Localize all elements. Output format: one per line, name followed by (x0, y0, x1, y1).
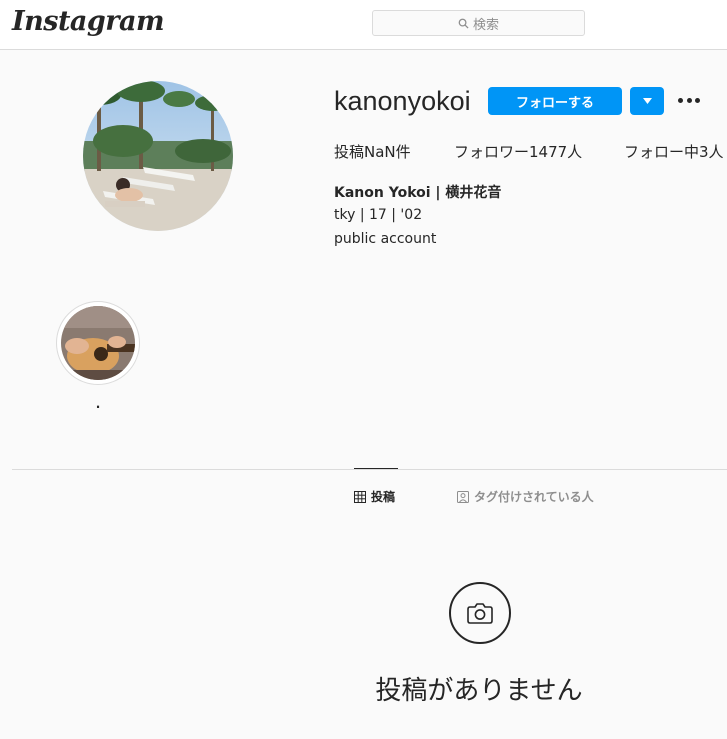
story-highlight[interactable] (56, 301, 140, 385)
active-tab-indicator (354, 468, 398, 469)
caret-down-icon (642, 98, 652, 104)
guitar-photo (61, 306, 135, 380)
avatar-photo (83, 81, 233, 231)
tabs-divider (12, 469, 727, 470)
instagram-logo[interactable]: Instagram (12, 6, 165, 37)
suggestions-dropdown-button[interactable] (630, 87, 664, 115)
follow-button[interactable]: フォローする (488, 87, 622, 115)
search-input[interactable]: 検索 (372, 10, 585, 36)
more-dot-icon (686, 97, 692, 103)
highlight-label: . (95, 397, 101, 411)
profile-full-name: Kanon Yokoi | 横井花音 (334, 185, 502, 201)
tab-posts-label: 投稿 (371, 490, 396, 504)
posts-count: 投稿NaN件 (334, 143, 411, 161)
more-options-button[interactable] (678, 90, 700, 110)
followers-link[interactable]: フォロワー1477人 (454, 141, 582, 162)
search-icon (458, 18, 469, 29)
profile-avatar[interactable] (83, 81, 233, 231)
grid-icon (354, 490, 366, 503)
tagged-person-icon (457, 490, 469, 503)
bio-line: tky | 17 | '02 (334, 207, 423, 223)
tab-tagged[interactable]: タグ付けされている人 (457, 488, 594, 505)
profile-username: kanonyokoi (334, 86, 471, 116)
tab-tagged-label: タグ付けされている人 (474, 490, 594, 504)
top-nav-bar: Instagram 検索 (0, 0, 727, 50)
following-link[interactable]: フォロー中3人 (624, 141, 724, 162)
more-dot-icon (695, 97, 700, 103)
tab-posts[interactable]: 投稿 (354, 488, 395, 505)
empty-state-camera (449, 582, 511, 644)
more-dot-icon (678, 97, 683, 103)
camera-icon (467, 603, 493, 624)
bio-line: public account (334, 231, 437, 247)
empty-state-title: 投稿がありません (375, 676, 583, 706)
highlight-thumbnail (61, 306, 135, 380)
search-placeholder: 検索 (472, 17, 499, 33)
